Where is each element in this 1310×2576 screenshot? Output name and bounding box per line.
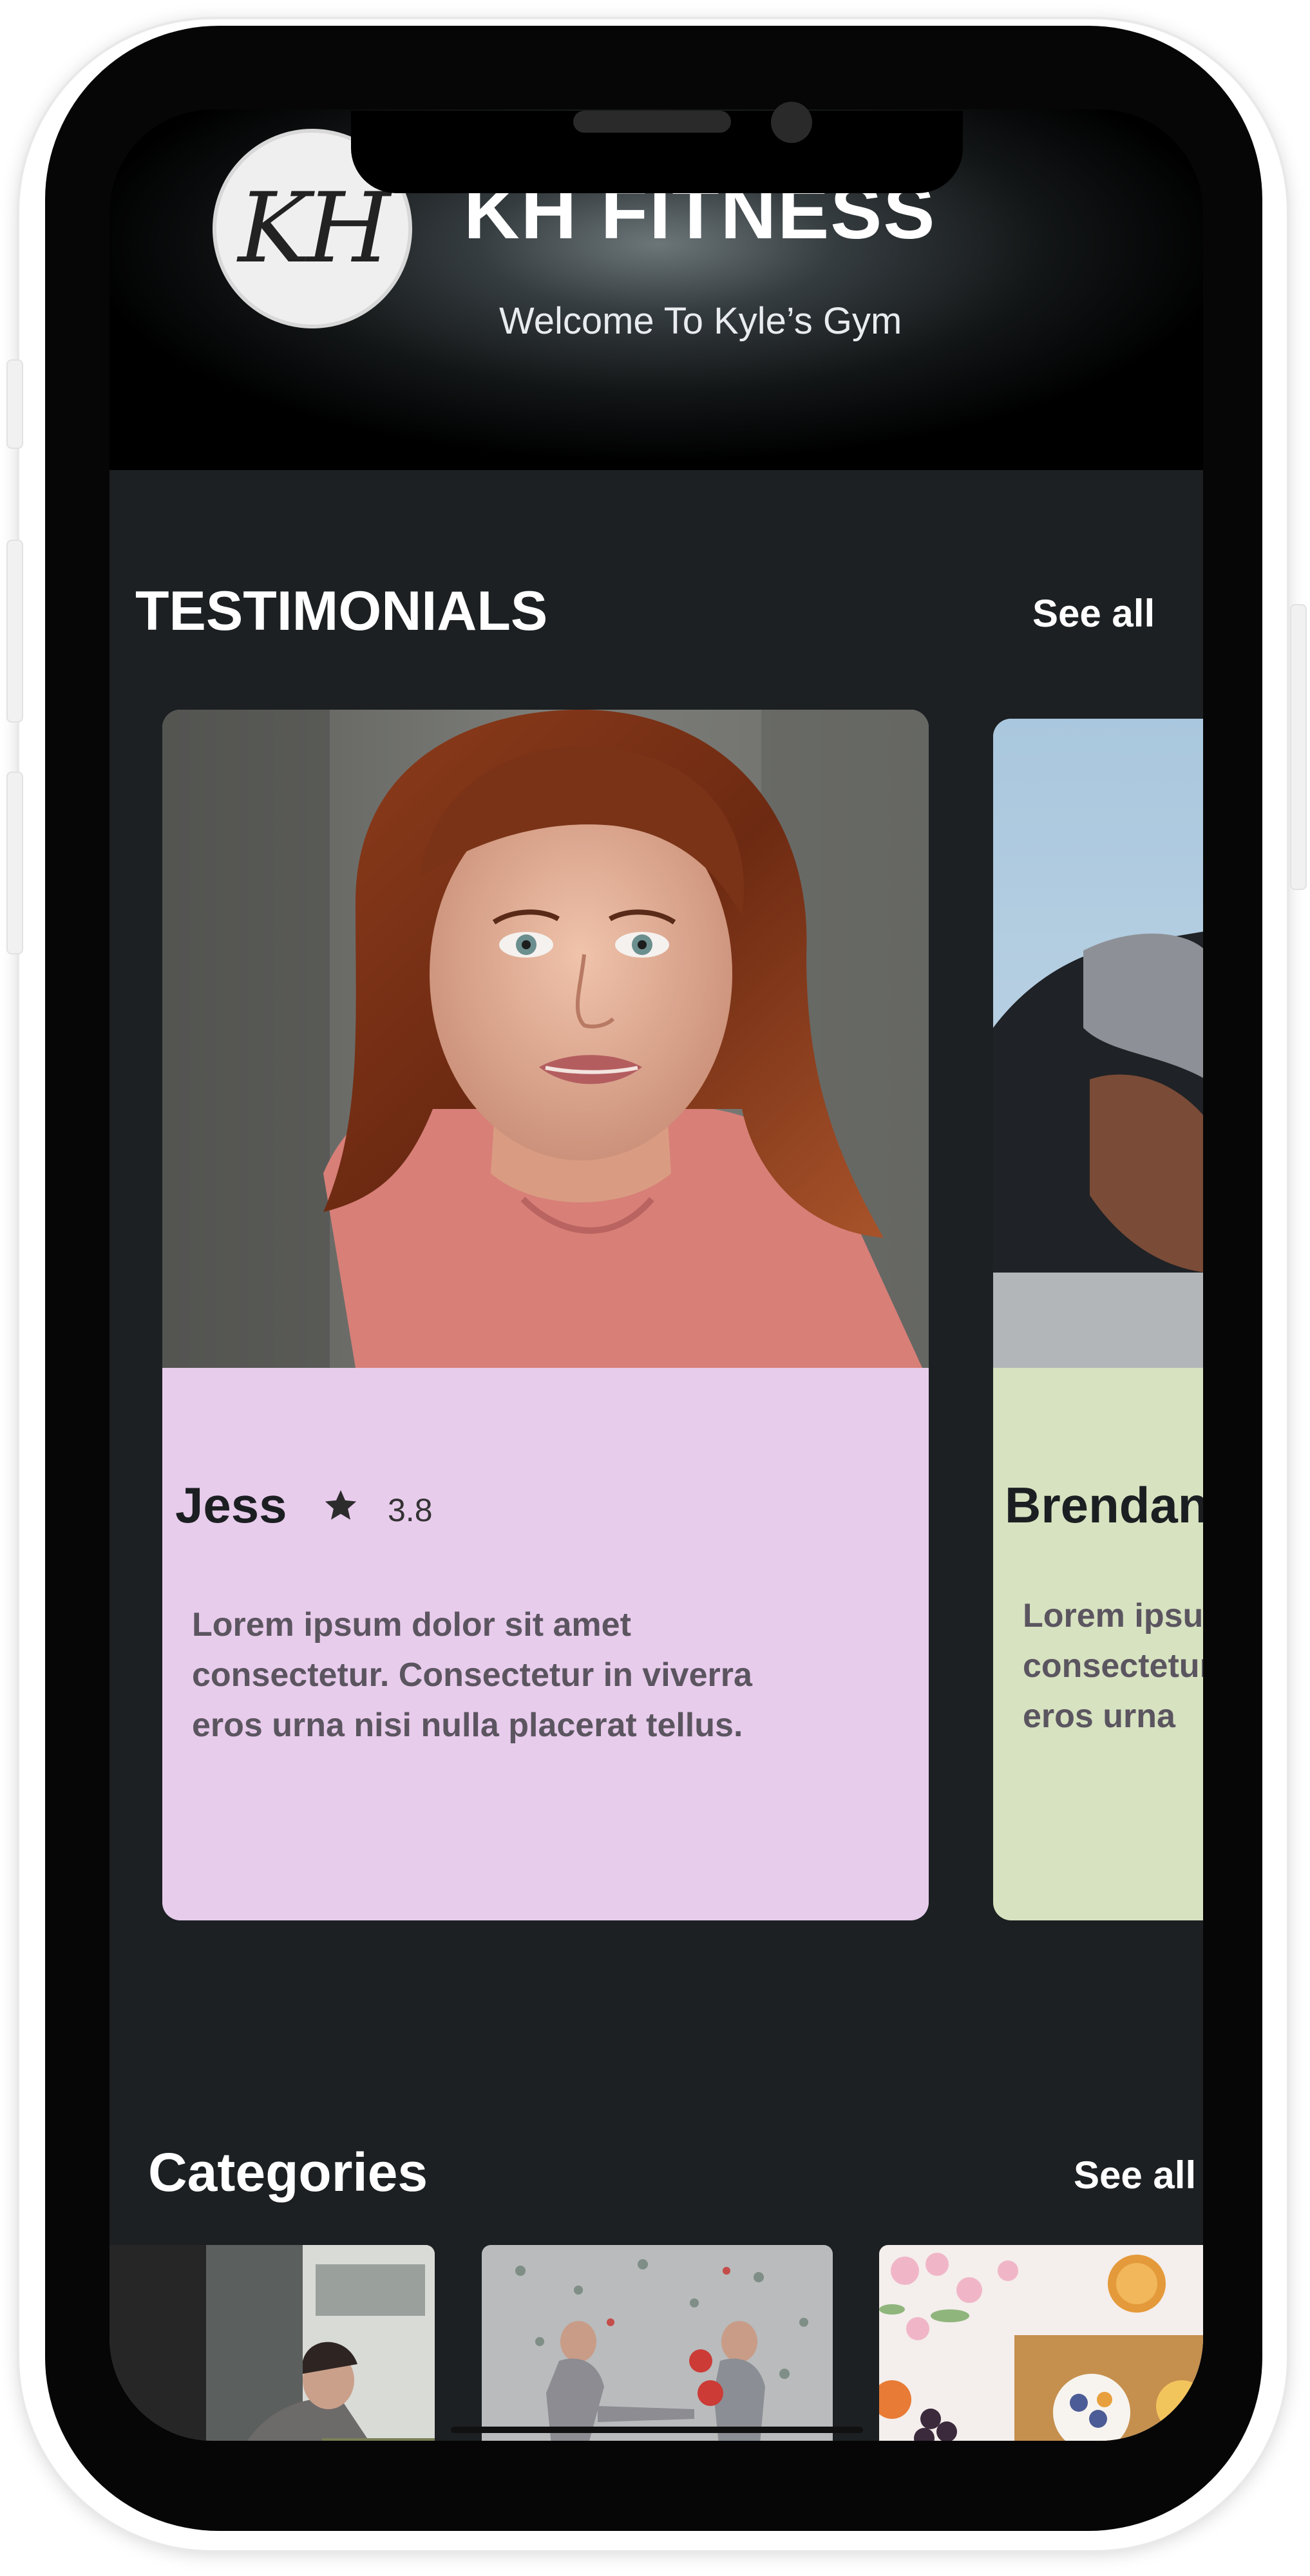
testimonial-name: Jess — [175, 1477, 287, 1533]
welcome-text: Welcome To Kyle’s Gym — [499, 300, 902, 342]
category-tile-nutrition[interactable] — [879, 2245, 1203, 2441]
testimonial-name: Brendan — [1005, 1477, 1203, 1533]
testimonial-body: Jess 3.8 Lorem ipsum dolor sit amet cons… — [162, 1368, 929, 1920]
testimonial-card-jess[interactable]: Jess 3.8 Lorem ipsum dolor sit amet cons… — [162, 710, 929, 1920]
front-camera-icon — [771, 102, 812, 143]
speaker-grille — [573, 111, 731, 133]
testimonial-text-line: Lorem ipsum — [1023, 1597, 1203, 1634]
categories-title: Categories — [148, 2142, 428, 2202]
volume-down-button — [8, 773, 22, 953]
testimonial-rating: 3.8 — [388, 1492, 433, 1528]
woman-portrait-image — [162, 710, 929, 1368]
testimonial-photo — [162, 710, 929, 1368]
app-screen: KH KH FITNESS Welcome To Kyle’s Gym TEST… — [109, 109, 1203, 2441]
testimonial-text-line: eros urna — [1023, 1698, 1175, 1735]
testimonial-text: Lorem ipsum consectetur eros urna — [1023, 1591, 1203, 1741]
home-indicator[interactable] — [451, 2427, 863, 2433]
testimonial-text: Lorem ipsum dolor sit amet consectetur. … — [192, 1600, 913, 1750]
man-workout-image — [993, 719, 1203, 1368]
testimonial-text-line: consectetur. Consectetur in viverra — [192, 1656, 752, 1694]
phone-notch — [351, 102, 963, 193]
power-button — [1291, 605, 1305, 889]
testimonial-card-brendan[interactable]: Brendan Lorem ipsum consectetur eros urn… — [993, 719, 1203, 1920]
testimonial-body: Brendan Lorem ipsum consectetur eros urn… — [993, 1368, 1203, 1920]
category-image-nutrition — [879, 2245, 1203, 2441]
category-image-kickboxing — [482, 2245, 833, 2441]
category-image-training — [109, 2245, 435, 2441]
category-tile-kickboxing[interactable] — [482, 2245, 833, 2441]
volume-up-button — [8, 541, 22, 721]
testimonial-photo — [993, 719, 1203, 1368]
logo-text: KH — [238, 173, 391, 285]
category-tile-training[interactable] — [109, 2245, 435, 2441]
silent-switch — [8, 361, 22, 448]
star-icon — [325, 1490, 357, 1520]
testimonial-text-line: consectetur — [1023, 1647, 1203, 1685]
testimonial-text-line: eros urna nisi nulla placerat tellus. — [192, 1707, 743, 1744]
testimonials-title: TESTIMONIALS — [135, 580, 548, 642]
testimonial-text-line: Lorem ipsum dolor sit amet — [192, 1606, 631, 1643]
testimonials-see-all-link[interactable]: See all — [1032, 591, 1155, 636]
categories-see-all-link[interactable]: See all — [1074, 2153, 1196, 2197]
